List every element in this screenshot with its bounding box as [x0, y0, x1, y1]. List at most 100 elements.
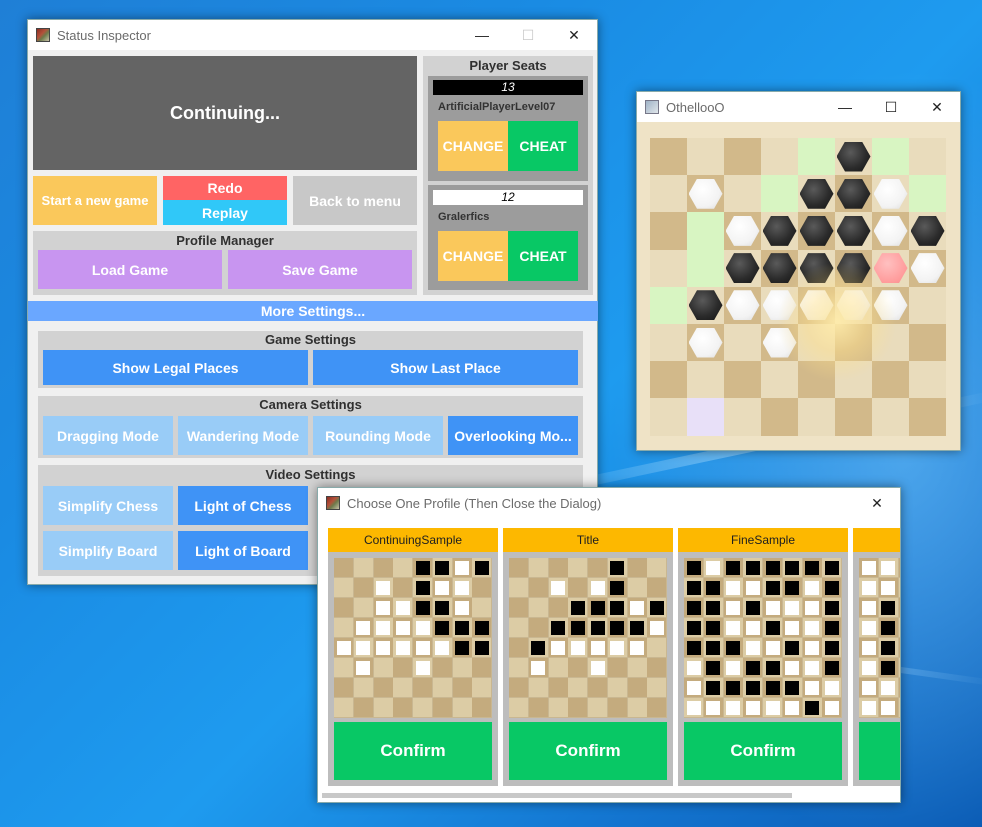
board-cell[interactable] — [835, 361, 872, 399]
close-button[interactable]: ✕ — [914, 92, 960, 122]
load-game-button[interactable]: Load Game — [38, 250, 222, 289]
show-last-place-button[interactable]: Show Last Place — [313, 350, 578, 385]
board-cell[interactable] — [687, 361, 724, 399]
board-cell[interactable] — [650, 175, 687, 213]
game-settings-title: Game Settings — [264, 332, 357, 347]
black-piece — [610, 600, 625, 615]
simplify-chess-button[interactable]: Simplify Chess — [43, 486, 173, 525]
mini-board-cell — [413, 638, 432, 657]
board-cell[interactable] — [650, 138, 687, 176]
board-cell[interactable] — [761, 398, 798, 436]
simplify-board-button[interactable]: Simplify Board — [43, 531, 173, 570]
white-piece — [726, 600, 740, 615]
confirm-button[interactable]: Confirm — [509, 722, 667, 780]
mini-board-cell — [822, 698, 842, 717]
board-cell[interactable] — [872, 398, 909, 436]
redo-button[interactable]: Redo — [163, 176, 287, 200]
white-piece — [765, 600, 780, 615]
change-player-button[interactable]: CHANGE — [438, 121, 508, 171]
replay-button[interactable]: Replay — [163, 200, 287, 225]
othello-board[interactable] — [650, 138, 946, 436]
board-cell[interactable] — [650, 324, 687, 362]
board-cell[interactable] — [798, 398, 835, 436]
mini-board-cell — [528, 598, 548, 617]
mini-board-cell — [859, 598, 878, 617]
board-cell[interactable] — [724, 398, 761, 436]
title-bar[interactable]: Status Inspector — ☐ ✕ — [28, 20, 597, 50]
white-piece — [745, 580, 760, 595]
mini-board-cell — [432, 638, 452, 657]
mini-board-cell — [684, 658, 703, 677]
black-piece — [686, 580, 701, 595]
board-cell[interactable] — [761, 361, 798, 399]
rounding-mode-button[interactable]: Rounding Mode — [313, 416, 443, 455]
black-piece — [765, 580, 780, 595]
confirm-button[interactable]: Confirm — [684, 722, 842, 780]
board-cell[interactable] — [724, 175, 761, 213]
horizontal-scrollbar[interactable] — [322, 793, 792, 798]
legal-place-cell[interactable] — [761, 175, 798, 213]
mini-board-cell — [353, 698, 373, 717]
start-new-game-button[interactable]: Start a new game — [33, 176, 157, 225]
white-piece — [726, 620, 740, 635]
board-cell[interactable] — [872, 361, 909, 399]
mini-board-cell — [548, 658, 568, 677]
board-cell[interactable] — [650, 249, 687, 287]
cheat-button[interactable]: CHEAT — [508, 121, 578, 171]
light-of-board-button[interactable]: Light of Board — [178, 531, 308, 570]
close-button[interactable]: ✕ — [551, 20, 597, 50]
board-cell[interactable] — [761, 138, 798, 176]
maximize-button[interactable]: ☐ — [868, 92, 914, 122]
legal-place-cell[interactable] — [687, 249, 724, 287]
save-game-button[interactable]: Save Game — [228, 250, 412, 289]
mini-board-cell — [568, 598, 588, 617]
mini-board-cell — [802, 618, 822, 637]
board-cell[interactable] — [798, 324, 835, 362]
black-piece — [686, 620, 701, 635]
profile-card-strip[interactable]: ContinuingSample Confirm Title Confirm FineS… — [318, 488, 900, 788]
board-cell[interactable] — [650, 398, 687, 436]
minimize-button[interactable]: — — [459, 20, 505, 50]
confirm-button[interactable]: Confirm — [334, 722, 492, 780]
board-cell[interactable] — [909, 286, 946, 324]
board-cell[interactable] — [650, 212, 687, 250]
black-piece — [570, 620, 585, 635]
board-cell[interactable] — [909, 398, 946, 436]
board-cell[interactable] — [909, 138, 946, 176]
board-cell[interactable] — [724, 324, 761, 362]
board-cell[interactable] — [909, 324, 946, 362]
board-cell[interactable] — [687, 138, 724, 176]
show-legal-places-button[interactable]: Show Legal Places — [43, 350, 308, 385]
legal-place-cell[interactable] — [687, 212, 724, 250]
change-player-button[interactable]: CHANGE — [438, 231, 508, 281]
black-piece — [745, 560, 760, 575]
board-cell[interactable] — [835, 324, 872, 362]
black-piece — [824, 580, 839, 595]
title-bar[interactable]: OthellooO — ☐ ✕ — [637, 92, 960, 122]
light-of-chess-button[interactable]: Light of Chess — [178, 486, 308, 525]
dragging-mode-button[interactable]: Dragging Mode — [43, 416, 173, 455]
board-cell[interactable] — [724, 361, 761, 399]
board-cell[interactable] — [687, 398, 724, 436]
legal-place-cell[interactable] — [909, 175, 946, 213]
wandering-mode-button[interactable]: Wandering Mode — [178, 416, 308, 455]
board-cell[interactable] — [835, 398, 872, 436]
mini-board-cell — [509, 698, 528, 717]
board-cell[interactable] — [909, 361, 946, 399]
minimize-button[interactable]: — — [822, 92, 868, 122]
back-to-menu-button[interactable]: Back to menu — [293, 176, 417, 225]
legal-place-cell[interactable] — [872, 138, 909, 176]
board-cell[interactable] — [798, 361, 835, 399]
cheat-button[interactable]: CHEAT — [508, 231, 578, 281]
maximize-button[interactable]: ☐ — [505, 20, 551, 50]
more-settings-bar[interactable]: More Settings... — [28, 301, 598, 321]
legal-place-cell[interactable] — [798, 138, 835, 176]
window-title: OthellooO — [666, 99, 725, 115]
legal-place-cell[interactable] — [650, 286, 687, 324]
confirm-button[interactable]: Confirm — [859, 722, 900, 780]
board-cell[interactable] — [872, 324, 909, 362]
board-cell[interactable] — [724, 138, 761, 176]
overlooking-mode-button[interactable]: Overlooking Mo... — [448, 416, 578, 455]
board-cell[interactable] — [650, 361, 687, 399]
white-piece — [805, 660, 819, 675]
